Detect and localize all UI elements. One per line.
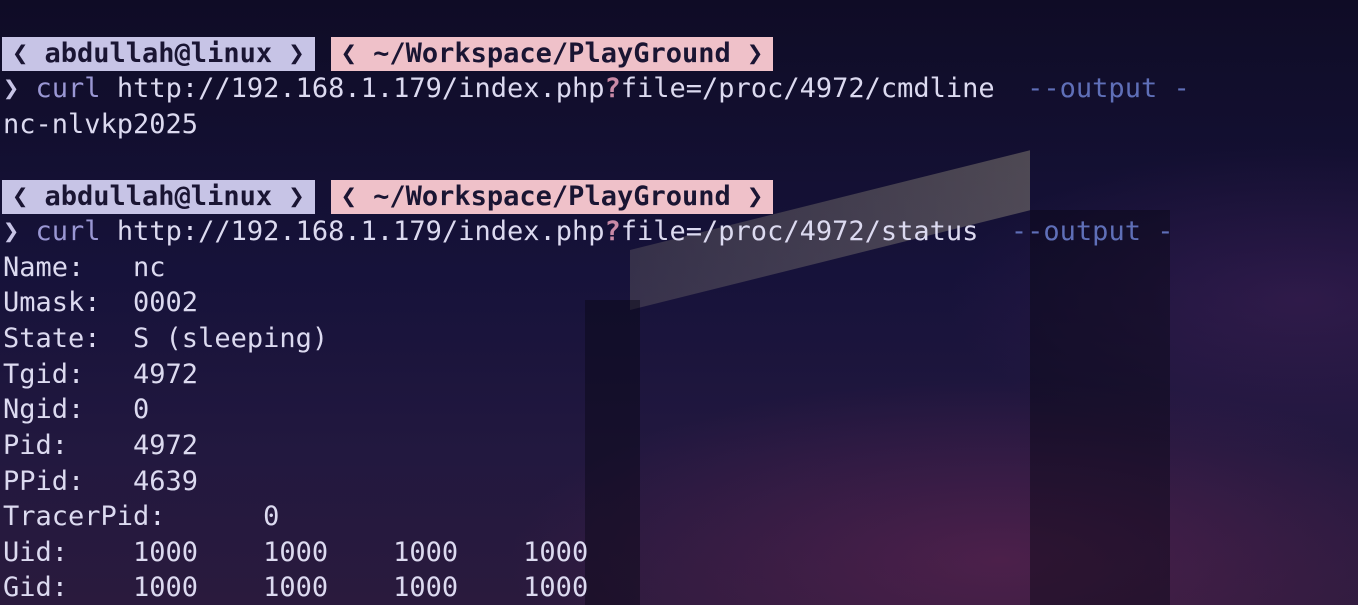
prompt-path-segment: ❮ ~/Workspace/PlayGround ❯: [330, 37, 774, 71]
command-line: ❯ curl http://192.168.1.179/index.php?fi…: [3, 72, 1190, 106]
command-name: curl: [35, 216, 101, 247]
status-ngid-line: Ngid: 0: [3, 394, 150, 425]
status-tgid-line: Tgid: 4972: [3, 359, 199, 390]
prompt-path-segment: ❮ ~/Workspace/PlayGround ❯: [330, 180, 774, 214]
prompt-user-segment: ❮ abdullah@linux ❯: [2, 180, 315, 214]
status-gid-line: Gid: 1000 1000 1000 1000: [3, 572, 589, 603]
prompt-arrow-icon: ❯: [3, 73, 20, 104]
command-url-query-mark: ?: [604, 73, 621, 104]
status-state-line: State: S (sleeping): [3, 323, 329, 354]
command-url-query: file=/proc/4972/status: [620, 216, 979, 247]
terminal-window[interactable]: ❮ abdullah@linux ❯ ❮ ~/Workspace/PlayGro…: [0, 0, 1358, 605]
status-pid-line: Pid: 4972: [3, 430, 199, 461]
command-url-query-mark: ?: [604, 216, 621, 247]
status-umask-line: Umask: 0002: [3, 287, 199, 318]
status-ppid-line: PPid: 4639: [3, 466, 199, 497]
command-option: --output -: [1010, 216, 1174, 247]
prompt-arrow-icon: ❯: [3, 216, 20, 247]
status-tracerpid-line: TracerPid: 0: [3, 501, 280, 532]
prompt-bar: ❮ abdullah@linux ❯ ❮ ~/Workspace/PlayGro…: [2, 180, 774, 214]
command-url: http://192.168.1.179/index.php: [116, 73, 605, 104]
status-uid-line: Uid: 1000 1000 1000 1000: [3, 537, 589, 568]
command-url: http://192.168.1.179/index.php: [116, 216, 605, 247]
prompt-bar: ❮ abdullah@linux ❯ ❮ ~/Workspace/PlayGro…: [2, 37, 774, 71]
output-line: nc-nlvkp2025: [3, 109, 199, 140]
command-url-query: file=/proc/4972/cmdline: [620, 73, 995, 104]
command-line: ❯ curl http://192.168.1.179/index.php?fi…: [3, 215, 1173, 249]
command-option: --output -: [1027, 73, 1190, 104]
status-name-line: Name: nc: [3, 252, 166, 283]
command-name: curl: [35, 73, 101, 104]
prompt-user-segment: ❮ abdullah@linux ❯: [2, 37, 315, 71]
